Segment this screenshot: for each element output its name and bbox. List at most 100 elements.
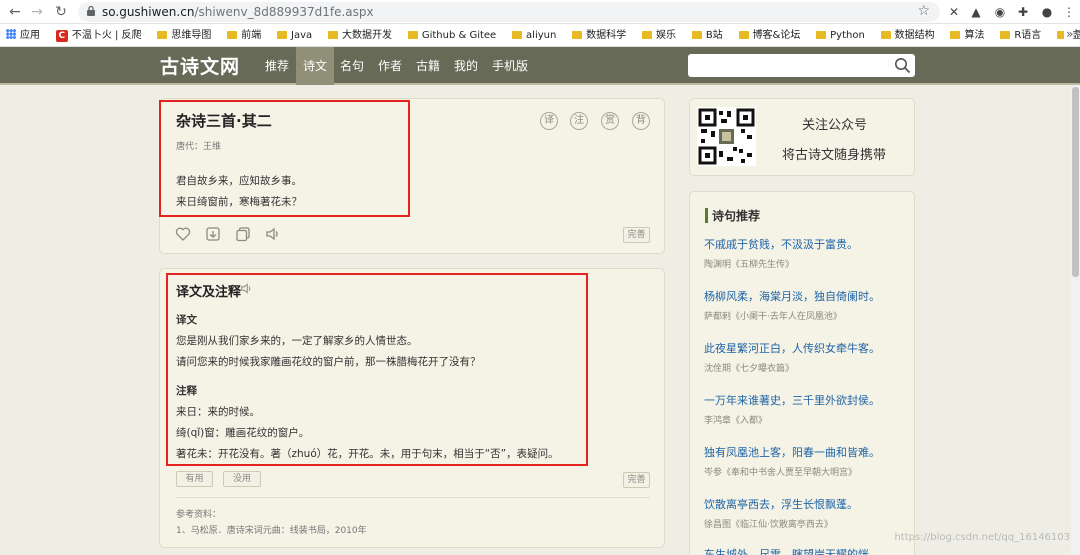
bookmark-folder[interactable]: 数据科学 <box>566 24 632 46</box>
bookmark-folder[interactable]: 前端 <box>221 24 267 46</box>
nav-ancient-books[interactable]: 古籍 <box>412 47 444 85</box>
complete-button[interactable]: 完善 <box>623 472 650 488</box>
useless-button[interactable]: 没用 <box>223 471 261 487</box>
folder-icon <box>738 31 749 39</box>
bookmark-apps[interactable]: 应用 <box>0 24 46 46</box>
bookmark-folder[interactable]: Python <box>810 24 871 46</box>
site-header: 古诗文网 推荐 诗文 名句 作者 古籍 我的 手机版 <box>0 47 1080 85</box>
bookmark-folder[interactable]: Java <box>271 24 318 46</box>
heart-icon[interactable] <box>175 226 191 242</box>
annotate-icon[interactable]: 注 <box>570 112 588 130</box>
bookmark-folder[interactable]: 数据结构 <box>875 24 941 46</box>
lock-icon <box>87 5 95 16</box>
search-icon[interactable] <box>894 57 911 74</box>
quote-link[interactable]: 不戚戚于贫贱，不汲汲于富贵。 <box>704 236 858 252</box>
bookmark-folder[interactable]: aliyun <box>506 24 562 46</box>
reference-line: 1、马松原．唐诗宋词元曲：线装书局，2010年 <box>176 526 367 536</box>
download-icon[interactable] <box>205 226 221 242</box>
quote-source[interactable]: 徐昌图《临江仙·饮散离亭西去》 <box>704 517 833 530</box>
quote-source[interactable]: 陶渊明《五柳先生传》 <box>704 257 794 270</box>
folder-icon <box>572 31 583 39</box>
quote-source[interactable]: 岑参《奉和中书舍人贾至早朝大明宫》 <box>704 465 857 478</box>
nav-recommend[interactable]: 推荐 <box>260 47 294 85</box>
translate-icon[interactable]: 译 <box>540 112 558 130</box>
quote-link[interactable]: 饮散离亭西去，浮生长恨飘蓬。 <box>704 496 858 512</box>
reload-icon[interactable]: ↻ <box>52 3 70 21</box>
nav-poems[interactable]: 诗文 <box>296 47 334 85</box>
back-arrow-icon[interactable]: ← <box>6 3 24 21</box>
recommend-heading: 诗句推荐 <box>712 209 761 223</box>
quote-link[interactable]: 独有凤凰池上客，阳春一曲和皆难。 <box>704 444 880 460</box>
extension-circle-icon[interactable]: ◉ <box>991 3 1009 21</box>
reference-heading: 参考资料： <box>176 510 222 520</box>
nav-mine[interactable]: 我的 <box>450 47 482 85</box>
quote-link[interactable]: 东生城外，尺雪，瞎望岸无耀的恍 <box>704 546 869 555</box>
folder-icon <box>277 31 288 39</box>
quote-link[interactable]: 一万年来谁著史，三千里外欲封侯。 <box>704 392 880 408</box>
bookmark-star-icon[interactable]: ☆ <box>917 3 930 19</box>
complete-button[interactable]: 完善 <box>623 227 650 243</box>
bookmark-item[interactable]: C 不温卜火 | 反爬 <box>50 24 148 46</box>
watermark: https://blog.csdn.net/qq_16146103 <box>894 532 1070 543</box>
page-scrollbar[interactable] <box>1071 85 1080 555</box>
folder-icon <box>691 31 702 39</box>
qr-code-icon <box>697 107 756 166</box>
quote-link[interactable]: 此夜星繁河正白，人传织女牵牛客。 <box>704 340 880 356</box>
speaker-icon[interactable] <box>265 226 281 242</box>
search-input[interactable] <box>688 54 915 77</box>
url-path: /shiwenv_8d889937d1fe.aspx <box>194 5 374 19</box>
forward-arrow-icon[interactable]: → <box>28 3 46 21</box>
nav-famous-quotes[interactable]: 名句 <box>336 47 368 85</box>
bookmark-folder[interactable]: Github & Gitee <box>402 24 502 46</box>
bookmark-folder[interactable]: 博客&论坛 <box>733 24 807 46</box>
bookmark-folder[interactable]: R语言 <box>994 24 1047 46</box>
translation-line: 您是刚从我们家乡来的，一定了解家乡的人情世态。 <box>176 335 418 347</box>
folder-icon <box>1000 31 1011 39</box>
poem-line: 来日绮窗前，寒梅著花未？ <box>176 196 302 208</box>
poem-line: 君自故乡来，应知故乡事。 <box>176 175 302 187</box>
address-bar[interactable]: so.gushiwen.cn/shiwenv_8d889937d1fe.aspx… <box>78 2 940 22</box>
folder-icon <box>512 31 523 39</box>
folder-icon <box>641 31 652 39</box>
quote-source[interactable]: 李鸿章《入都》 <box>704 413 767 426</box>
extension-x-icon[interactable]: ✕ <box>945 3 963 21</box>
bookmark-folder[interactable]: 娱乐 <box>636 24 682 46</box>
scrollbar-thumb[interactable] <box>1072 87 1079 277</box>
browser-toolbar: ← → ↻ so.gushiwen.cn/shiwenv_8d889937d1f… <box>0 0 1080 24</box>
site-logo[interactable]: 古诗文网 <box>160 52 240 79</box>
folder-icon <box>227 31 238 39</box>
translation-line: 请问您来的时候我家雕画花纹的窗户前，那一株腊梅花开了没有？ <box>176 356 481 368</box>
copy-icon[interactable] <box>235 226 251 242</box>
menu-dots-icon[interactable]: ⋮ <box>1060 3 1078 21</box>
useful-button[interactable]: 有用 <box>176 471 213 487</box>
quote-source[interactable]: 萨都剌《小阑干·去年人在凤凰池》 <box>704 309 842 322</box>
poem-title: 杂诗三首·其二 <box>176 112 272 130</box>
poem-author[interactable]: 唐代：王维 <box>176 139 221 152</box>
recite-icon[interactable]: 背 <box>632 112 650 130</box>
bookmark-folder[interactable]: 大数据开发 <box>322 24 398 46</box>
follow-account-label: 关注公众号 <box>802 118 868 133</box>
url-host: so.gushiwen.cn <box>102 5 195 19</box>
bookmarks-bar: 应用 C 不温卜火 | 反爬 思维导图 前端 Java 大数据开发 Github … <box>0 24 1080 47</box>
bookmarks-more-icon[interactable]: » <box>1064 27 1074 41</box>
speaker-icon[interactable] <box>240 282 253 295</box>
extension-mountain-icon[interactable]: ▲ <box>967 3 985 21</box>
csdn-logo-icon: C <box>55 30 68 42</box>
note-line: 著花未：开花没有。著（zhuó）花，开花。未，用于句末，相当于“否”，表疑问。 <box>176 448 559 460</box>
bookmark-folder[interactable]: 算法 <box>944 24 990 46</box>
profile-avatar-icon[interactable]: ● <box>1038 3 1056 21</box>
bookmark-folder[interactable]: 思维导图 <box>151 24 217 46</box>
folder-icon <box>157 31 168 39</box>
bookmark-folder[interactable]: B站 <box>686 24 729 46</box>
notes-heading: 注释 <box>176 385 197 397</box>
folder-icon <box>880 31 891 39</box>
quote-source[interactable]: 沈佺期《七夕曝衣篇》 <box>704 361 794 374</box>
nav-mobile[interactable]: 手机版 <box>488 47 532 85</box>
nav-authors[interactable]: 作者 <box>374 47 406 85</box>
folder-icon <box>950 31 961 39</box>
appreciate-icon[interactable]: 赏 <box>601 112 619 130</box>
translation-heading: 译文 <box>176 314 197 326</box>
extensions-puzzle-icon[interactable]: ✚ <box>1014 3 1032 21</box>
translation-title: 译文及注释 <box>176 285 242 300</box>
quote-link[interactable]: 杨柳风柔，海棠月淡，独自倚阑时。 <box>704 288 880 304</box>
